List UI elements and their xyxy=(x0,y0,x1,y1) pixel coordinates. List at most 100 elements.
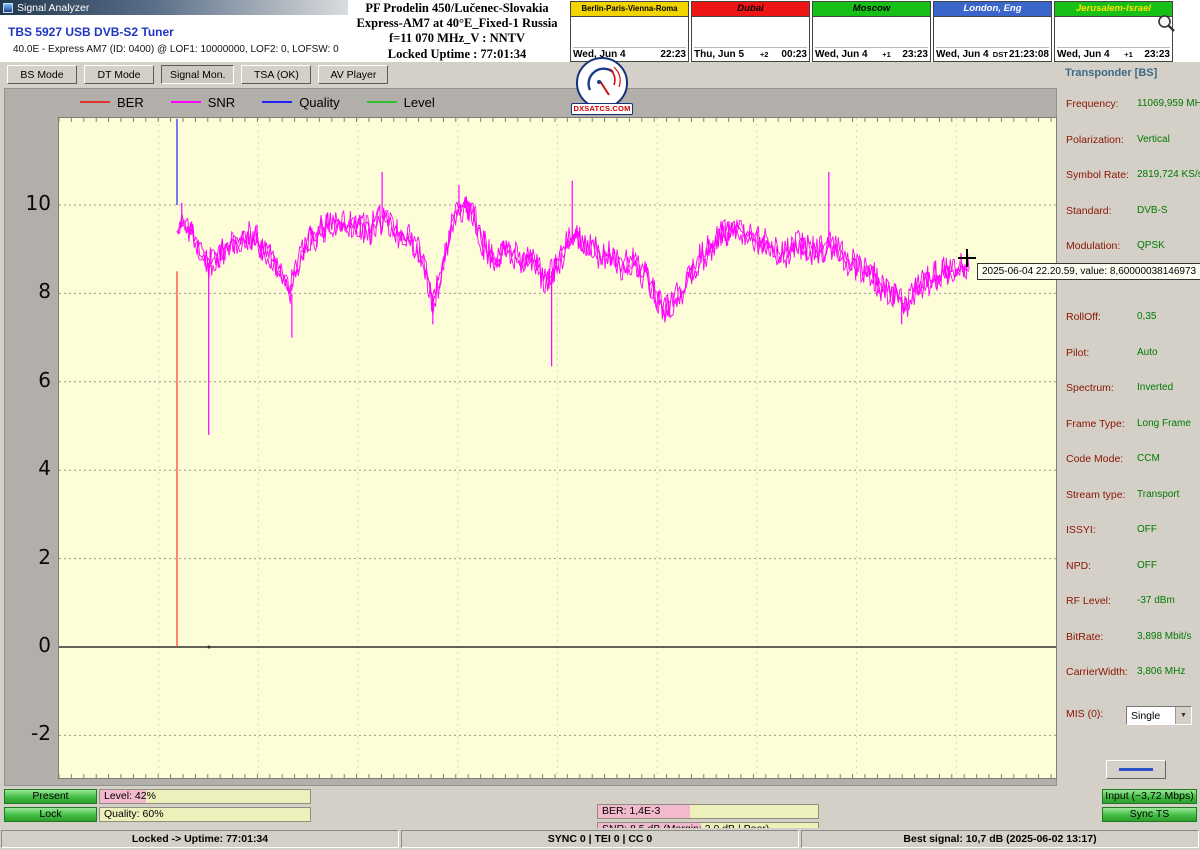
field-bitrate: BitRate: 3,898 Mbit/s xyxy=(1060,631,1200,666)
clock-offset: +2 xyxy=(747,50,781,59)
field-value: Inverted xyxy=(1137,382,1173,393)
field-symbol-rate: Symbol Rate:2819,724 KS/s xyxy=(1060,169,1200,204)
field-polarization: Polarization: Vertical xyxy=(1060,134,1200,169)
legend-label: Level xyxy=(404,95,435,110)
site-line-4: Locked Uptime : 77:01:34 xyxy=(342,47,572,62)
field-code-mode: Code Mode:CCM xyxy=(1060,453,1200,488)
satellite-dish-icon xyxy=(576,57,628,109)
snr-color-line xyxy=(171,101,201,103)
clock-city: London, Eng xyxy=(934,2,1051,17)
field-value: QPSK xyxy=(1137,240,1165,251)
tab-av-player[interactable]: AV Player xyxy=(318,65,388,84)
field-npd: NPD: OFF xyxy=(1060,560,1200,595)
field-label: RF Level: xyxy=(1066,595,1111,607)
snr-trace xyxy=(59,118,1056,778)
field-label: CarrierWidth: xyxy=(1066,666,1128,678)
clock-city: Jerusalem-Israel xyxy=(1055,2,1172,17)
monitor-row-1: PresentLevel: 42%BER: 1,4E-3Input (~3,72… xyxy=(0,789,1200,804)
clock-city: Berlin-Paris-Vienna-Roma xyxy=(571,2,688,17)
world-clocks: Berlin-Paris-Vienna-Roma Wed, Jun 4 22:23 D… xyxy=(570,1,1173,62)
legend-item-level: Level xyxy=(367,95,435,110)
field-obscured xyxy=(1060,276,1200,311)
tab-bs-mode[interactable]: BS Mode xyxy=(7,65,77,84)
field-label: Polarization: xyxy=(1066,134,1124,146)
panel-button[interactable] xyxy=(1106,760,1166,779)
field-rolloff: RollOff: 0,35 xyxy=(1060,311,1200,346)
clock-dubai: DubaiThu, Jun 5+200:23 xyxy=(691,1,810,62)
mis-selected-value: Single xyxy=(1131,710,1160,722)
field-value: 0,35 xyxy=(1137,311,1156,322)
syncts-indicator: Sync TS xyxy=(1102,807,1197,822)
site-line-3: f=11 070 MHz_V : NNTV xyxy=(342,31,572,46)
titlebar: Signal Analyzer xyxy=(0,0,348,15)
field-label: Symbol Rate: xyxy=(1066,169,1129,181)
app-icon xyxy=(3,3,13,13)
field-label: Pilot: xyxy=(1066,347,1089,359)
field-value: OFF xyxy=(1137,524,1157,535)
mis-select[interactable]: Single ▼ xyxy=(1126,706,1192,725)
legend-label: BER xyxy=(117,95,144,110)
field-label: Spectrum: xyxy=(1066,382,1114,394)
field-value: Vertical xyxy=(1137,134,1170,145)
tuner-name: TBS 5927 USB DVB-S2 Tuner xyxy=(8,25,174,39)
transponder-title: Transponder [BS] xyxy=(1065,67,1157,79)
ber-color-line xyxy=(80,101,110,103)
y-axis-label--2: -2 xyxy=(7,721,51,745)
clock-date: Wed, Jun 4 xyxy=(936,49,989,60)
field-value: 3,806 MHz xyxy=(1137,666,1185,677)
statusbar-uptime: Locked -> Uptime: 77:01:34 xyxy=(1,830,399,848)
field-label: RollOff: xyxy=(1066,311,1101,323)
y-axis-label-10: 10 xyxy=(7,191,51,215)
tuner-details: 40.0E - Express AM7 (ID: 0400) @ LOF1: 1… xyxy=(13,44,339,55)
present-indicator: Present xyxy=(4,789,97,804)
value-tooltip: 2025-06-04 22.20.59, value: 8,6000003814… xyxy=(977,263,1200,280)
transponder-panel: Transponder [BS] Frequency:11069,959 MHz… xyxy=(1060,62,1200,786)
field-label: ISSYI: xyxy=(1066,524,1096,536)
quality-color-line xyxy=(262,101,292,103)
quality-meter-label: Quality: 60% xyxy=(104,808,164,821)
statusbar-best-signal: Best signal: 10,7 dB (2025-06-02 13:17) xyxy=(801,830,1199,848)
y-axis-label-8: 8 xyxy=(7,279,51,303)
signal-plot[interactable] xyxy=(58,117,1057,779)
tab-dt-mode[interactable]: DT Mode xyxy=(84,65,154,84)
field-frame-type: Frame Type:Long Frame xyxy=(1060,418,1200,453)
tab-tsa-ok[interactable]: TSA (OK) xyxy=(241,65,311,84)
field-value: CCM xyxy=(1137,453,1160,464)
field-value: Auto xyxy=(1137,347,1158,358)
field-value: DVB-S xyxy=(1137,205,1168,216)
legend-label: SNR xyxy=(208,95,235,110)
field-label: BitRate: xyxy=(1066,631,1103,643)
y-axis-label-6: 6 xyxy=(7,368,51,392)
field-value: -37 dBm xyxy=(1137,595,1175,606)
legend-label: Quality xyxy=(299,95,339,110)
field-label: Standard: xyxy=(1066,205,1112,217)
magnifier-icon[interactable] xyxy=(1156,13,1178,35)
level-meter: Level: 42% xyxy=(99,789,311,804)
field-value: 3,898 Mbit/s xyxy=(1137,631,1191,642)
clock-date: Wed, Jun 4 xyxy=(1057,49,1110,60)
clock-moscow: MoscowWed, Jun 4+123:23 xyxy=(812,1,931,62)
site-info: PF Prodelin 450/Lučenec-Slovakia Express… xyxy=(342,1,572,62)
y-axis-label-2: 2 xyxy=(7,545,51,569)
clock-time: 22:23 xyxy=(660,49,686,60)
legend-item-quality: Quality xyxy=(262,95,339,110)
field-label: Frequency: xyxy=(1066,98,1119,110)
field-value: OFF xyxy=(1137,560,1157,571)
field-rf-level: RF Level: -37 dBm xyxy=(1060,595,1200,630)
dxsatcs-logo: DXSATCS.COM xyxy=(571,57,633,115)
field-label: Frame Type: xyxy=(1066,418,1125,430)
blue-dash-icon xyxy=(1119,768,1153,771)
mis-label: MIS (0): xyxy=(1066,708,1103,720)
chart-legend: BER SNR Quality Level xyxy=(80,92,462,112)
site-line-2: Express-AM7 at 40°E_Fixed-1 Russia xyxy=(342,16,572,31)
field-frequency: Frequency:11069,959 MHz xyxy=(1060,98,1200,133)
statusbar-sync: SYNC 0 | TEI 0 | CC 0 xyxy=(401,830,799,848)
cursor-crosshair-v xyxy=(966,249,968,267)
tab-signal-mon[interactable]: Signal Mon. xyxy=(161,65,234,84)
clock-offset: +1 xyxy=(1113,50,1145,59)
clock-offset: +1 xyxy=(871,50,903,59)
level-meter-label: Level: 42% xyxy=(104,790,156,803)
field-label: NPD: xyxy=(1066,560,1091,572)
clock-time: 23:23 xyxy=(1144,49,1170,60)
field-carrierwidth: CarrierWidth: 3,806 MHz xyxy=(1060,666,1200,701)
